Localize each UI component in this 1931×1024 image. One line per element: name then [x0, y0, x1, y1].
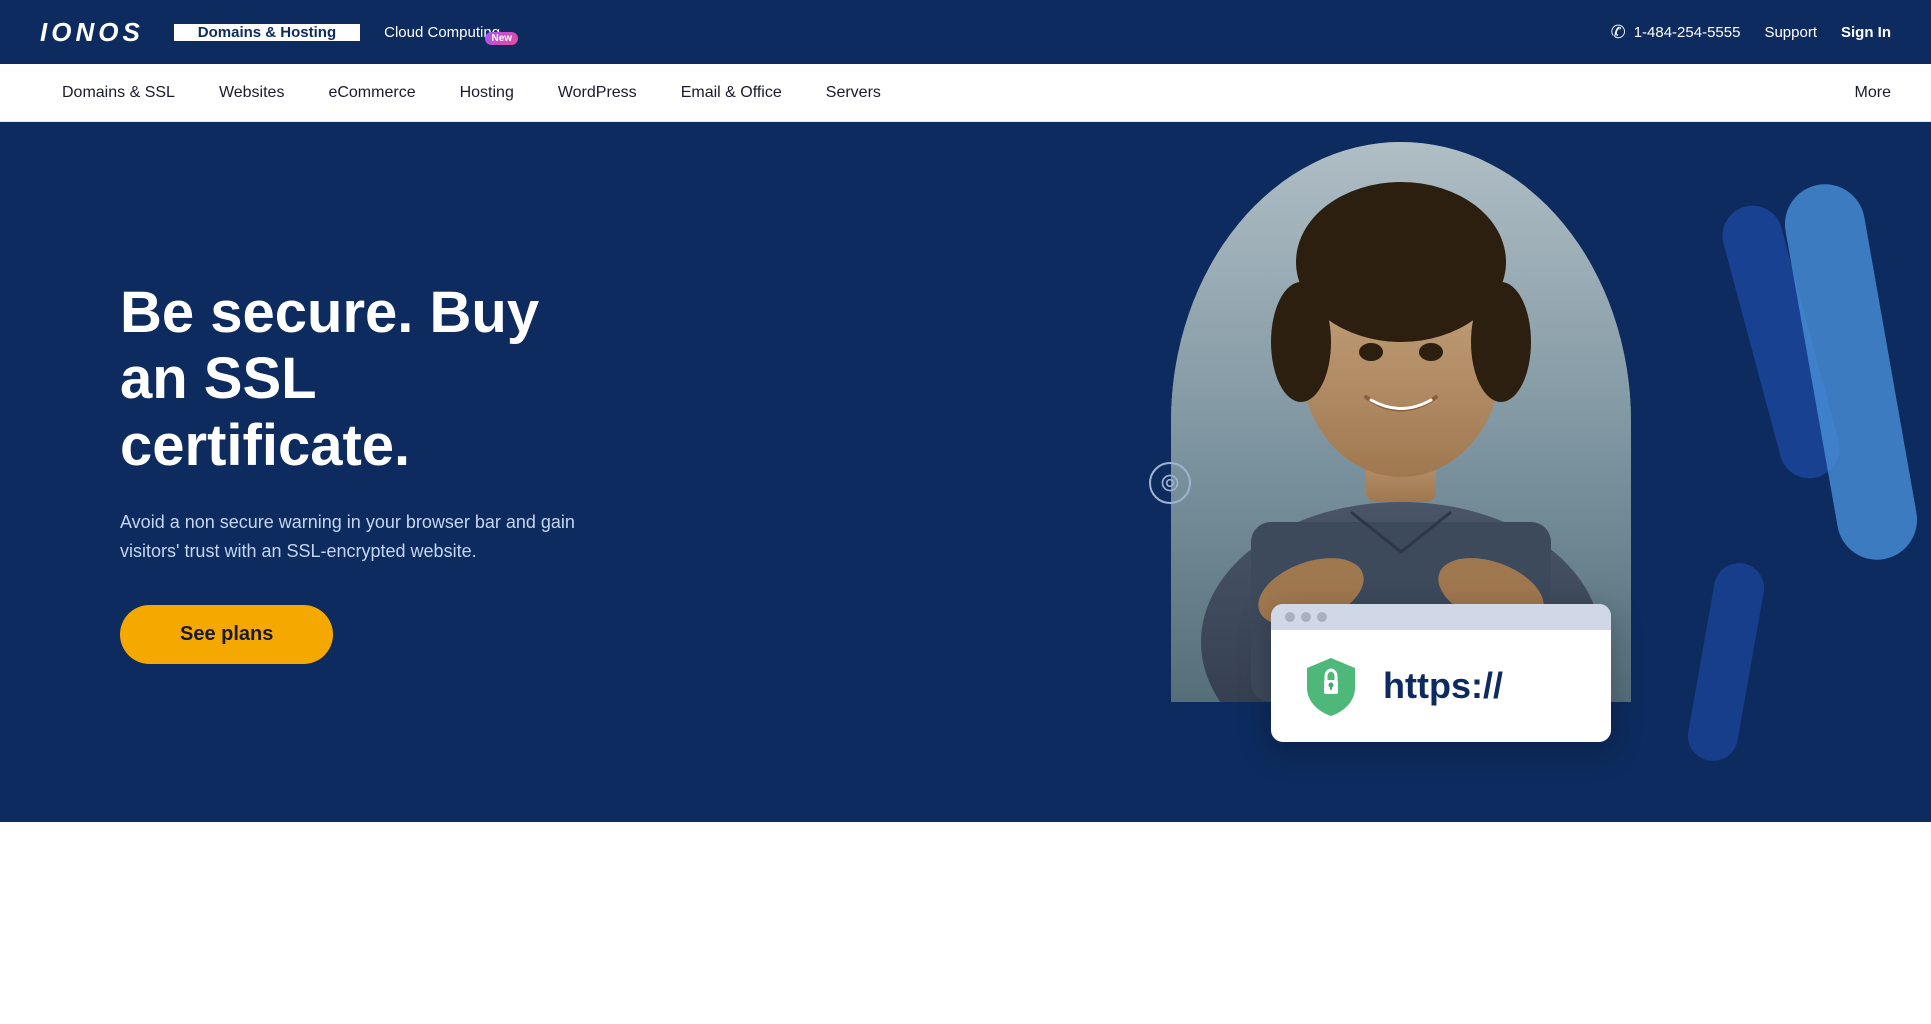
- ssl-shield-icon: [1299, 654, 1363, 718]
- nav-hosting[interactable]: Hosting: [438, 64, 536, 121]
- browser-dot-2: [1301, 612, 1311, 622]
- top-bar: IONOS Domains & Hosting Cloud Computing …: [0, 0, 1931, 64]
- https-text: https://: [1383, 665, 1503, 707]
- nav-servers[interactable]: Servers: [804, 64, 903, 121]
- see-plans-button[interactable]: See plans: [120, 605, 333, 664]
- browser-titlebar: [1271, 604, 1611, 630]
- new-badge: New: [485, 32, 518, 45]
- phone-number: 1-484-254-5555: [1634, 24, 1741, 41]
- browser-dot-3: [1317, 612, 1327, 622]
- signin-button[interactable]: Sign In: [1841, 24, 1891, 41]
- https-card: https://: [1271, 604, 1611, 742]
- secondary-nav: Domains & SSL Websites eCommerce Hosting…: [0, 64, 1931, 122]
- top-nav-tabs: Domains & Hosting Cloud Computing New: [174, 24, 524, 41]
- hero-visual: https://: [772, 122, 1931, 822]
- nav-tab-domains-hosting[interactable]: Domains & Hosting: [174, 24, 360, 41]
- hero-title: Be secure. Buy an SSL certificate.: [120, 280, 620, 480]
- phone-icon: ✆: [1611, 22, 1626, 43]
- nav-domains-ssl[interactable]: Domains & SSL: [40, 64, 197, 121]
- top-bar-right: ✆ 1-484-254-5555 Support Sign In: [1611, 22, 1891, 43]
- hero-content: Be secure. Buy an SSL certificate. Avoid…: [0, 200, 700, 745]
- deco-shape-dark-2: [1684, 559, 1768, 765]
- nav-wordpress[interactable]: WordPress: [536, 64, 659, 121]
- nav-ecommerce[interactable]: eCommerce: [306, 64, 437, 121]
- camera-icon: [1149, 462, 1191, 504]
- https-card-body: https://: [1271, 630, 1611, 742]
- hero-section: Be secure. Buy an SSL certificate. Avoid…: [0, 122, 1931, 822]
- logo-area: IONOS Domains & Hosting Cloud Computing …: [40, 17, 524, 48]
- browser-dot-1: [1285, 612, 1295, 622]
- more-link[interactable]: More: [1855, 84, 1891, 102]
- ionos-logo[interactable]: IONOS: [40, 17, 144, 48]
- phone-link[interactable]: ✆ 1-484-254-5555: [1611, 22, 1741, 43]
- secondary-nav-items: Domains & SSL Websites eCommerce Hosting…: [40, 64, 903, 121]
- nav-websites[interactable]: Websites: [197, 64, 307, 121]
- nav-tab-cloud-computing[interactable]: Cloud Computing New: [360, 24, 524, 41]
- nav-email-office[interactable]: Email & Office: [659, 64, 804, 121]
- support-link[interactable]: Support: [1764, 24, 1817, 41]
- hero-subtitle: Avoid a non secure warning in your brows…: [120, 508, 620, 566]
